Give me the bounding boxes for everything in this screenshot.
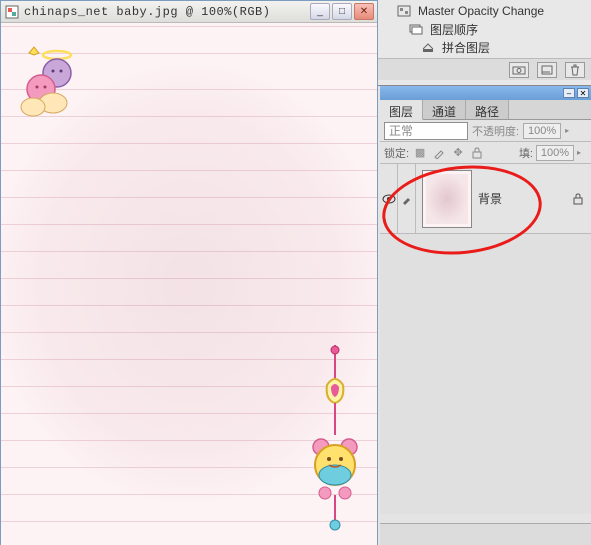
fill-label: 填: xyxy=(519,145,533,161)
fill-input[interactable]: 100% xyxy=(536,145,574,161)
layer-name[interactable]: 背景 xyxy=(478,190,571,207)
lock-move-icon[interactable]: ✥ xyxy=(450,146,466,160)
history-list: Master Opacity Change 图层顺序 拼合图层 xyxy=(378,0,591,58)
opacity-value: 100% xyxy=(528,125,556,137)
panels-area: Master Opacity Change 图层顺序 拼合图层 xyxy=(378,0,591,545)
opacity-label: 不透明度: xyxy=(472,123,519,139)
tab-layers[interactable]: 图层 xyxy=(380,100,423,120)
history-snapshot-button[interactable] xyxy=(509,62,529,78)
minimize-button[interactable]: _ xyxy=(310,3,330,20)
panel-tabs: 图层 通道 路径 xyxy=(380,100,591,120)
blend-row: 正常 不透明度: 100% ▸ xyxy=(380,120,591,142)
layer-visibility-toggle[interactable] xyxy=(380,164,398,233)
flatten-icon xyxy=(420,40,436,54)
layer-thumbnail[interactable] xyxy=(422,170,472,228)
history-label: 图层顺序 xyxy=(430,21,478,38)
history-panel: Master Opacity Change 图层顺序 拼合图层 xyxy=(378,0,591,86)
lock-row: 锁定: ▩ ✥ 填: 100% ▸ xyxy=(380,142,591,164)
history-label: 拼合图层 xyxy=(442,39,490,56)
panel-minimize-button[interactable]: – xyxy=(563,88,575,98)
chevron-down-icon[interactable]: ▸ xyxy=(565,126,575,135)
lock-icon xyxy=(571,192,585,206)
opacity-input[interactable]: 100% xyxy=(523,123,561,139)
blend-mode-value: 正常 xyxy=(389,122,413,139)
blend-mode-select[interactable]: 正常 xyxy=(384,122,468,140)
history-label: Master Opacity Change xyxy=(418,4,544,18)
lock-all-icon[interactable] xyxy=(469,146,485,160)
document-titlebar[interactable]: chinaps_net baby.jpg @ 100%(RGB) _ □ ✕ xyxy=(1,1,377,23)
eye-icon xyxy=(382,194,396,204)
layer-order-icon xyxy=(408,22,424,36)
document-canvas[interactable] xyxy=(1,23,377,545)
close-button[interactable]: ✕ xyxy=(354,3,374,20)
layer-row[interactable]: 背景 xyxy=(380,164,591,234)
maximize-button[interactable]: □ xyxy=(332,3,352,20)
history-delete-button[interactable] xyxy=(565,62,585,78)
history-footer xyxy=(378,58,591,80)
window-controls: _ □ ✕ xyxy=(310,3,374,20)
fill-value: 100% xyxy=(541,147,569,159)
layer-link-col[interactable] xyxy=(398,164,416,233)
tab-channels[interactable]: 通道 xyxy=(423,100,466,119)
layers-panel: – ✕ 图层 通道 路径 正常 不透明度: 100% ▸ 锁定: ▩ ✥ xyxy=(380,86,591,545)
history-item[interactable]: 拼合图层 xyxy=(390,38,591,56)
document-window: chinaps_net baby.jpg @ 100%(RGB) _ □ ✕ xyxy=(0,0,378,545)
hanging-ornament xyxy=(305,345,365,545)
chevron-down-icon[interactable]: ▸ xyxy=(577,148,587,157)
document-icon xyxy=(4,4,20,20)
brush-icon xyxy=(401,193,413,205)
lock-paint-icon[interactable] xyxy=(431,146,447,160)
history-new-button[interactable] xyxy=(537,62,557,78)
layer-list: 背景 xyxy=(380,164,591,514)
lock-transparency-icon[interactable]: ▩ xyxy=(412,146,428,160)
panel-close-button[interactable]: ✕ xyxy=(577,88,589,98)
tab-paths[interactable]: 路径 xyxy=(466,100,509,119)
angel-decoration xyxy=(9,45,89,125)
layers-footer xyxy=(380,523,591,545)
history-item[interactable]: Master Opacity Change xyxy=(390,2,591,20)
document-title: chinaps_net baby.jpg @ 100%(RGB) xyxy=(24,5,310,19)
opacity-icon xyxy=(396,4,412,18)
lock-label: 锁定: xyxy=(384,145,409,161)
history-item[interactable]: 图层顺序 xyxy=(390,20,591,38)
panel-titlebar[interactable]: – ✕ xyxy=(380,86,591,100)
